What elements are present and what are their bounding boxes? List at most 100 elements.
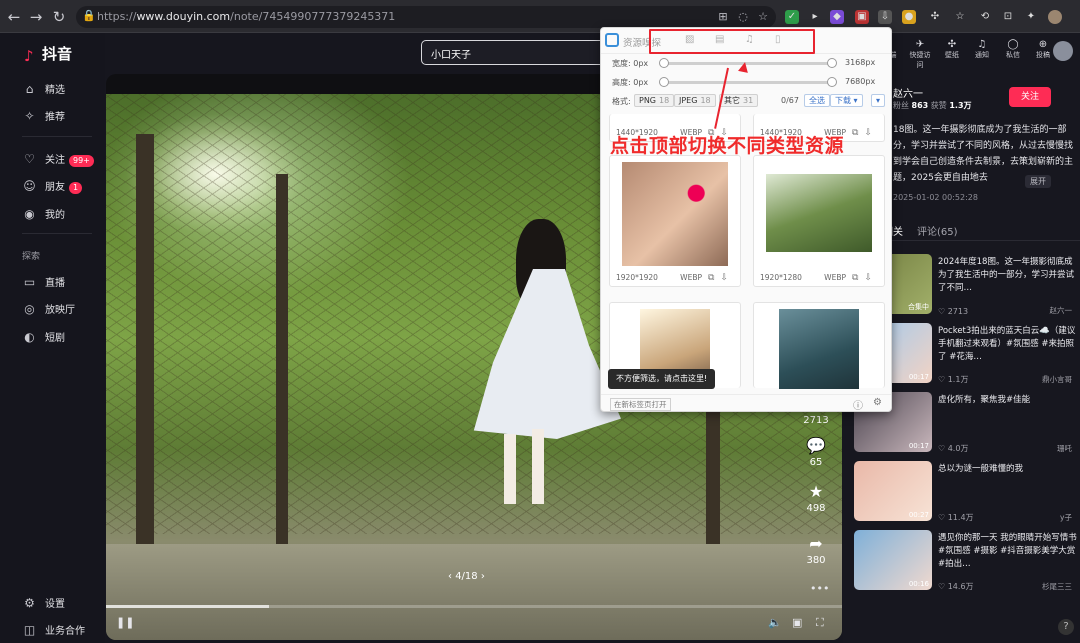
wallpaper-button[interactable]: ✣ 壁纸 xyxy=(939,39,965,60)
more-options-button[interactable]: ▾ xyxy=(871,94,886,107)
wooden-post xyxy=(276,174,288,554)
info-icon[interactable]: ⓘ xyxy=(853,397,863,412)
resource-thumbnail xyxy=(766,174,872,252)
share-button[interactable]: ➦ 380 xyxy=(798,534,834,566)
list-item[interactable]: 00:16 遇见你的那一天 我的眼睛开始写情书 #氛围感 #摄影 #抖音摄影美学… xyxy=(854,530,1077,592)
format-chip-jpeg[interactable]: JPEG 18 xyxy=(674,94,716,107)
nav-item-drama[interactable]: ◐ 短剧 xyxy=(22,329,65,349)
nav-item-cinema[interactable]: ◎ 放映厅 xyxy=(22,301,75,321)
width-label: 宽度: 0px xyxy=(612,59,649,68)
likes-count: ♡ 1.1万 xyxy=(938,375,969,384)
collections-icon[interactable]: ⊡ xyxy=(1001,10,1015,24)
resource-sniffer-extension-icon[interactable]: ⇩ xyxy=(878,10,892,24)
resource-card[interactable]: 1920*1280 WEBP ⧉⇩ xyxy=(753,155,885,287)
search-input[interactable]: 小口天子 xyxy=(421,40,621,65)
nav-item-business[interactable]: ◫ 业务合作 xyxy=(22,622,85,642)
nav-item-recommend[interactable]: ✧ 推荐 xyxy=(22,108,65,128)
back-icon[interactable]: ← xyxy=(4,7,24,27)
url-text[interactable]: https://www.douyin.com/note/745499077737… xyxy=(97,10,395,23)
video-thumbnail: 00:16 xyxy=(854,530,932,590)
photo-pager[interactable]: ‹ 4/18 › xyxy=(448,571,485,582)
browser-toolbar: ← → ↻ 🔒 https://www.douyin.com/note/7454… xyxy=(0,0,1080,33)
author-name[interactable]: 赵六一 xyxy=(893,85,923,100)
settings-icon[interactable]: ⚙ xyxy=(873,397,882,408)
address-bar[interactable]: 🔒 https://www.douyin.com/note/7454990777… xyxy=(76,6,776,28)
height-label: 高度: 0px xyxy=(612,78,649,87)
extension-icon[interactable]: ✓ xyxy=(785,10,799,24)
comment-icon: 💬 xyxy=(806,436,826,455)
volume-icon[interactable]: 🔈 xyxy=(768,616,782,629)
resource-card[interactable]: 1920*1920 WEBP ⧉⇩ xyxy=(609,155,741,287)
extension-icon[interactable]: ◆ xyxy=(830,10,844,24)
user-avatar[interactable] xyxy=(1053,41,1073,61)
live-icon: ▭ xyxy=(23,275,36,289)
width-max-knob[interactable] xyxy=(827,58,837,68)
card-actions[interactable]: ⧉⇩ xyxy=(852,273,878,283)
fullscreen-icon[interactable]: ⛶ xyxy=(816,616,824,630)
lock-icon: 🔒 xyxy=(82,9,96,22)
pip-icon[interactable]: ▣ xyxy=(792,616,802,629)
user-icon: ◉ xyxy=(24,207,35,221)
extension-icon[interactable]: ▣ xyxy=(855,10,869,24)
pause-icon[interactable]: ❚❚ xyxy=(116,616,134,629)
card-actions[interactable]: ⧉⇩ xyxy=(708,273,734,283)
extension-icon[interactable]: ▸ xyxy=(808,10,822,24)
notification-button[interactable]: ♫ 通知 xyxy=(969,39,995,60)
rocket-icon: ✈ xyxy=(915,39,925,50)
format-chip-other[interactable]: 其它 31 xyxy=(719,94,759,107)
reload-icon[interactable]: ↻ xyxy=(49,7,69,27)
format-chip-png[interactable]: PNG 18 xyxy=(634,94,675,107)
forward-icon[interactable]: → xyxy=(26,7,46,27)
nav-item-mine[interactable]: ◉ 我的 xyxy=(22,206,65,226)
nav-item-settings[interactable]: ⚙ 设置 xyxy=(22,595,65,615)
likes-count: ♡ 2713 xyxy=(938,307,969,316)
tracking-icon[interactable]: ◌ xyxy=(736,10,750,23)
douyin-logo[interactable]: ♪ 抖音 xyxy=(24,43,72,65)
nav-item-friends[interactable]: ☺ 朋友 1 xyxy=(22,178,83,198)
puzzle-icon[interactable]: ✣ xyxy=(928,10,942,24)
more-icon[interactable]: ••• xyxy=(810,582,829,595)
extension-icon[interactable]: ✦ xyxy=(1024,10,1038,24)
favorite-button[interactable]: ★ 498 xyxy=(798,482,834,514)
format-label: 格式: xyxy=(612,97,631,106)
select-all-button[interactable]: 全选 xyxy=(804,94,830,107)
profile-avatar[interactable] xyxy=(1048,10,1062,24)
expand-button[interactable]: 展开 xyxy=(1025,175,1051,188)
bookmark-star-icon[interactable]: ☆ xyxy=(756,10,770,23)
popup-header: 资源嗅探 ▨ ▤ ♫ ▯ xyxy=(601,28,891,54)
nav-item-featured[interactable]: ⌂ 精选 xyxy=(22,81,65,101)
follow-button[interactable]: 关注 xyxy=(1009,87,1051,107)
prev-icon[interactable]: ‹ xyxy=(448,571,452,582)
quick-access-button[interactable]: ✈ 快捷访问 xyxy=(907,39,933,70)
girl-leg xyxy=(504,434,516,504)
post-date: 2025-01-02 00:52:28 xyxy=(893,193,978,202)
height-min-knob[interactable] xyxy=(659,77,669,87)
list-item[interactable]: 00:27 总以为谜一般难懂的我 ♡ 11.4万 y子 xyxy=(854,461,1074,523)
nav-item-live[interactable]: ▭ 直播 xyxy=(22,274,65,294)
resource-card[interactable] xyxy=(753,302,885,389)
width-min-knob[interactable] xyxy=(659,58,669,68)
likes-count: ♡ 4.0万 xyxy=(938,444,969,453)
card-actions[interactable]: ⧉⇩ xyxy=(852,128,878,138)
install-app-icon[interactable]: ⊞ xyxy=(716,10,730,23)
help-icon[interactable]: ? xyxy=(1058,619,1074,635)
nav-item-following[interactable]: ♡ 关注 99+ xyxy=(22,151,94,171)
settings-icon: ⚙ xyxy=(24,596,35,610)
video-thumbnail: 00:27 xyxy=(854,461,932,521)
favorites-icon[interactable]: ☆ xyxy=(953,10,967,24)
download-button[interactable]: 下载 ▾ xyxy=(830,94,863,107)
follow-icon: ♡ xyxy=(24,152,35,166)
history-icon[interactable]: ⟲ xyxy=(978,10,992,24)
tab-comments[interactable]: 评论(65) xyxy=(917,223,958,238)
message-button[interactable]: ◯ 私信 xyxy=(1000,39,1026,60)
height-max-knob[interactable] xyxy=(827,77,837,87)
extension-icon[interactable]: ● xyxy=(902,10,916,24)
wallpaper-icon: ✣ xyxy=(947,39,957,50)
divider xyxy=(22,233,92,234)
next-icon[interactable]: › xyxy=(481,571,485,582)
resource-thumbnail xyxy=(779,309,859,389)
height-slider[interactable] xyxy=(663,81,833,84)
comment-button[interactable]: 💬 65 xyxy=(798,436,834,468)
open-in-new-tab-button[interactable]: 在新标签页打开 xyxy=(610,398,671,411)
notification-badge: 1 xyxy=(69,182,83,194)
